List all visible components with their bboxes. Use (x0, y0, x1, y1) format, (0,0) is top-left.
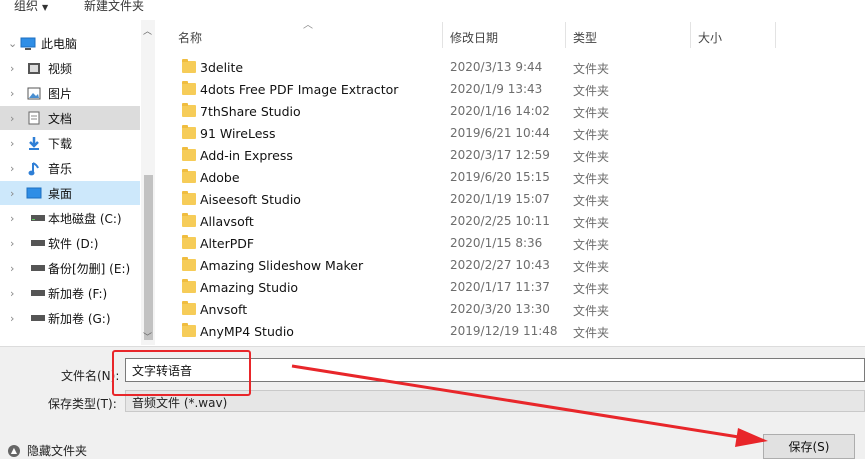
annotation-arrow (291, 364, 768, 447)
